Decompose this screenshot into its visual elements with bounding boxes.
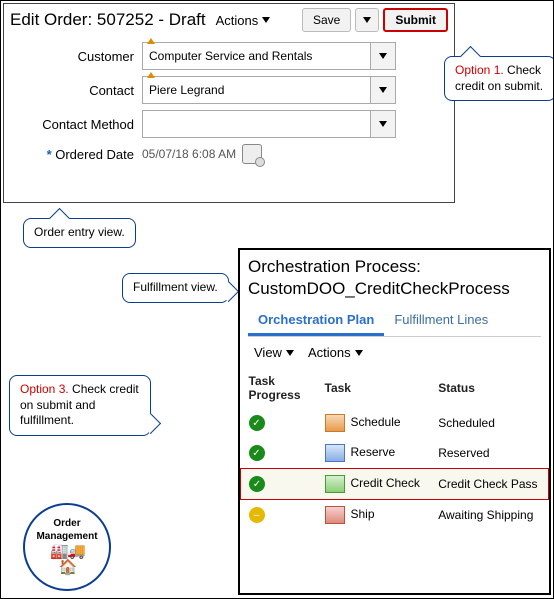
save-label: Save [313,13,340,27]
actions-label: Actions [216,13,259,28]
progress-ok-icon: ✓ [249,415,265,431]
changed-indicator-icon [147,38,155,44]
chevron-down-icon [355,350,363,356]
progress-ok-icon: ✓ [249,445,265,461]
chevron-down-icon [379,121,387,127]
table-row-highlight[interactable]: ✓ Credit Check Credit Check Pass [241,469,549,500]
orchestration-panel: Orchestration Process: CustomDOO_CreditC… [238,248,551,595]
task-status: Credit Check Pass [430,469,548,500]
contact-label: Contact [89,83,134,98]
credit-check-icon [325,475,345,493]
contact-method-label: Contact Method [42,117,134,132]
dropdown-toggle[interactable] [370,111,395,137]
customer-select[interactable]: Computer Service and Rentals [142,42,396,70]
progress-pending-icon: – [249,507,265,523]
chevron-down-icon [379,87,387,93]
tab-orchestration-plan[interactable]: Orchestration Plan [248,306,384,336]
task-name: Reserve [351,445,396,459]
badge-icons: 🏭🚚🏠 [50,544,83,577]
orchestration-table: Task Progress Task Status ✓ Schedule Sch… [240,368,549,530]
callout-fulfillment-view: Fulfillment view. [122,273,229,303]
ordered-date-value: 05/07/18 6:08 AM [142,147,236,161]
contact-select[interactable]: Piere Legrand [142,76,396,104]
callout-tag: Option 1. [455,63,504,77]
callout-option-3: Option 3. Check credit on submit and ful… [9,375,151,436]
chevron-down-icon [363,17,371,23]
chevron-down-icon [379,53,387,59]
ordered-date-label: Ordered Date [55,147,134,162]
tab-fulfillment-lines[interactable]: Fulfillment Lines [384,306,498,336]
actions-menu[interactable]: Actions [308,345,363,360]
schedule-icon [325,414,345,432]
col-task-progress: Task Progress [241,368,317,408]
view-label: View [254,345,282,360]
callout-tag: Option 3. [20,382,69,396]
task-name: Credit Check [351,476,420,490]
page-title: Edit Order: 507252 - Draft [10,10,206,30]
tab-bar: Orchestration Plan Fulfillment Lines [248,306,541,337]
save-split-button[interactable] [355,8,379,32]
col-task: Task [317,368,431,408]
submit-button[interactable]: Submit [383,8,448,32]
callout-order-entry-view: Order entry view. [23,218,136,248]
task-name: Schedule [351,415,401,429]
table-row[interactable]: ✓ Reserve Reserved [241,438,549,469]
task-status: Awaiting Shipping [430,500,548,531]
badge-line1: Order [53,518,80,529]
contact-method-select[interactable] [142,110,396,138]
changed-indicator-icon [147,72,155,78]
badge-line2: Management [36,531,97,542]
progress-ok-icon: ✓ [249,476,265,492]
task-status: Reserved [430,438,548,469]
contact-value: Piere Legrand [149,83,224,97]
orch-title-line2: CustomDOO_CreditCheckProcess [248,279,510,298]
dropdown-toggle[interactable] [370,77,395,103]
table-header-row: Task Progress Task Status [241,368,549,408]
submit-label: Submit [395,13,436,27]
reserve-icon [325,444,345,462]
chevron-down-icon [286,350,294,356]
ship-icon [325,506,345,524]
task-name: Ship [351,507,375,521]
calendar-icon[interactable] [242,144,262,164]
orchestration-title: Orchestration Process: CustomDOO_CreditC… [240,250,549,300]
view-menu[interactable]: View [254,345,294,360]
callout-text: Fulfillment view. [133,280,218,294]
customer-value: Computer Service and Rentals [149,49,312,63]
chevron-down-icon [262,17,270,23]
dropdown-toggle[interactable] [370,43,395,69]
callout-option-1: Option 1. Check credit on submit. [444,56,554,101]
orch-title-line1: Orchestration Process: [248,257,421,276]
actions-label: Actions [308,345,351,360]
actions-menu[interactable]: Actions [216,13,271,28]
customer-label: Customer [78,49,134,64]
col-status: Status [430,368,548,408]
save-button[interactable]: Save [302,8,351,32]
order-entry-panel: Edit Order: 507252 - Draft Actions Save … [3,3,455,203]
callout-text: Order entry view. [34,225,125,239]
order-management-badge: Order Management 🏭🚚🏠 [23,503,111,591]
table-row[interactable]: – Ship Awaiting Shipping [241,500,549,531]
table-row[interactable]: ✓ Schedule Scheduled [241,408,549,438]
task-status: Scheduled [430,408,548,438]
